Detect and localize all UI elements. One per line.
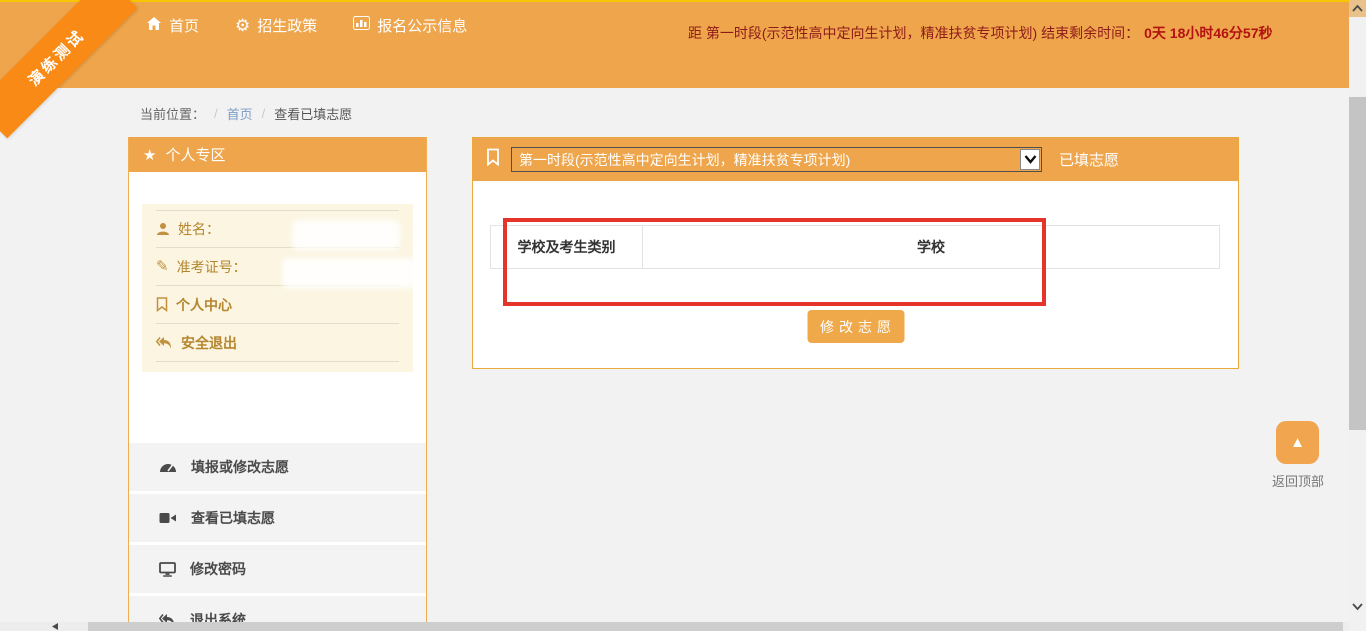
- nav-item-policy[interactable]: ⚙ 招生政策: [235, 12, 317, 38]
- breadcrumb-separator: /: [262, 106, 266, 121]
- nav-item-home[interactable]: 首页: [146, 12, 199, 38]
- scroll-up-arrow[interactable]: [1349, 0, 1366, 17]
- nav-label-home: 首页: [169, 15, 199, 36]
- nav-item-public-info[interactable]: 报名公示信息: [353, 12, 467, 38]
- breadcrumb-current: 查看已填志愿: [274, 104, 352, 123]
- vertical-scrollbar-thumb[interactable]: [1349, 97, 1366, 430]
- bookmark-icon: [156, 297, 168, 312]
- redacted-exam-id-value: [282, 258, 417, 288]
- modify-volunteer-button[interactable]: 修改志愿: [807, 310, 904, 343]
- user-icon: [156, 222, 170, 236]
- panel-header: 第一时段(示范性高中定向生计划，精准扶贫专项计划) 已填志愿: [473, 138, 1238, 181]
- triangle-left-icon: [52, 623, 58, 630]
- main-nav: 首页 ⚙ 招生政策 报名公示信息: [146, 12, 467, 38]
- sidebar-item-fill-modify[interactable]: 填报或修改志愿: [129, 443, 426, 491]
- breadcrumb: 当前位置： / 首页 / 查看已填志愿: [140, 104, 352, 123]
- gear-icon: ⚙: [235, 17, 250, 34]
- sidebar-item-change-password[interactable]: 修改密码: [129, 545, 426, 593]
- batch-select[interactable]: 第一时段(示范性高中定向生计划，精准扶贫专项计划): [511, 147, 1042, 172]
- sidebar-title: 个人专区: [165, 144, 225, 165]
- back-to-top-label: 返回顶部: [1269, 471, 1327, 490]
- sidebar-menu: 填报或修改志愿 查看已填志愿 修改密码 退出系统: [129, 443, 426, 631]
- personal-center-link[interactable]: 个人中心: [176, 295, 232, 315]
- profile-name-label: 姓名：: [178, 219, 220, 239]
- chevron-down-icon: [1024, 155, 1037, 164]
- horizontal-scrollbar-thumb[interactable]: [88, 622, 1343, 631]
- up-triangle-icon: ▲: [1290, 434, 1305, 451]
- menu-label-change-password: 修改密码: [190, 559, 246, 579]
- sidebar-item-view-filled[interactable]: 查看已填志愿: [129, 494, 426, 542]
- select-dropdown-button[interactable]: [1020, 149, 1040, 170]
- vertical-scrollbar[interactable]: [1349, 0, 1366, 622]
- profile-box: 姓名： ✎ 准考证号： 个人中心 安全退出: [142, 204, 413, 372]
- bar-chart-icon: [353, 16, 370, 34]
- star-icon: ★: [143, 146, 156, 164]
- breadcrumb-home-link[interactable]: 首页: [227, 104, 253, 123]
- chevron-down-icon: [1352, 603, 1363, 610]
- video-camera-icon: [159, 512, 177, 524]
- countdown-value: 0天 18小时46分57秒: [1144, 25, 1272, 41]
- profile-row-personal-center[interactable]: 个人中心: [156, 286, 399, 324]
- reply-icon: [156, 336, 173, 350]
- scroll-down-arrow[interactable]: [1349, 598, 1366, 615]
- scroll-left-arrow[interactable]: [52, 623, 58, 630]
- countdown-timer: 距 第一时段(示范性高中定向生计划，精准扶贫专项计划) 结束剩余时间： 0天 18…: [688, 10, 1352, 56]
- countdown-prefix: 距 第一时段(示范性高中定向生计划，精准扶贫专项计划) 结束剩余时间：: [688, 25, 1139, 41]
- top-header: 首页 ⚙ 招生政策 报名公示信息 距 第一时段(示范性高中定向生计划，精准扶贫专…: [0, 2, 1366, 88]
- profile-exam-id-label: 准考证号：: [177, 257, 247, 277]
- breadcrumb-label: 当前位置：: [140, 104, 205, 123]
- redacted-name-value: [292, 220, 400, 250]
- top-accent-line: [0, 0, 1366, 2]
- horizontal-scrollbar[interactable]: [0, 622, 1349, 631]
- nav-label-public-info: 报名公示信息: [377, 15, 467, 36]
- page: 首页 ⚙ 招生政策 报名公示信息 距 第一时段(示范性高中定向生计划，精准扶贫专…: [0, 0, 1366, 631]
- gauge-icon: [159, 461, 177, 473]
- panel-title-suffix: 已填志愿: [1059, 149, 1119, 170]
- menu-label-view-filled: 查看已填志愿: [191, 508, 275, 528]
- red-highlight-annotation: [503, 218, 1046, 306]
- monitor-icon: [159, 562, 176, 577]
- sidebar-header: ★ 个人专区: [129, 137, 426, 172]
- main-panel: 第一时段(示范性高中定向生计划，精准扶贫专项计划) 已填志愿 学校及考生类别 学…: [472, 137, 1239, 369]
- edit-icon: ✎: [156, 259, 169, 274]
- batch-select-value: 第一时段(示范性高中定向生计划，精准扶贫专项计划): [519, 150, 850, 170]
- menu-label-fill-modify: 填报或修改志愿: [191, 457, 289, 477]
- profile-row-safe-exit[interactable]: 安全退出: [156, 324, 399, 362]
- bookmark-icon: [486, 148, 500, 171]
- scrollbar-corner: [1349, 622, 1366, 631]
- back-to-top-button[interactable]: ▲: [1276, 421, 1319, 464]
- sidebar: ★ 个人专区 姓名： ✎ 准考证号： 个人中心: [128, 137, 427, 631]
- nav-label-policy: 招生政策: [257, 15, 317, 36]
- home-icon: [146, 16, 162, 35]
- breadcrumb-separator: /: [214, 106, 218, 121]
- safe-exit-link[interactable]: 安全退出: [181, 333, 237, 353]
- chevron-up-icon: [1352, 5, 1363, 12]
